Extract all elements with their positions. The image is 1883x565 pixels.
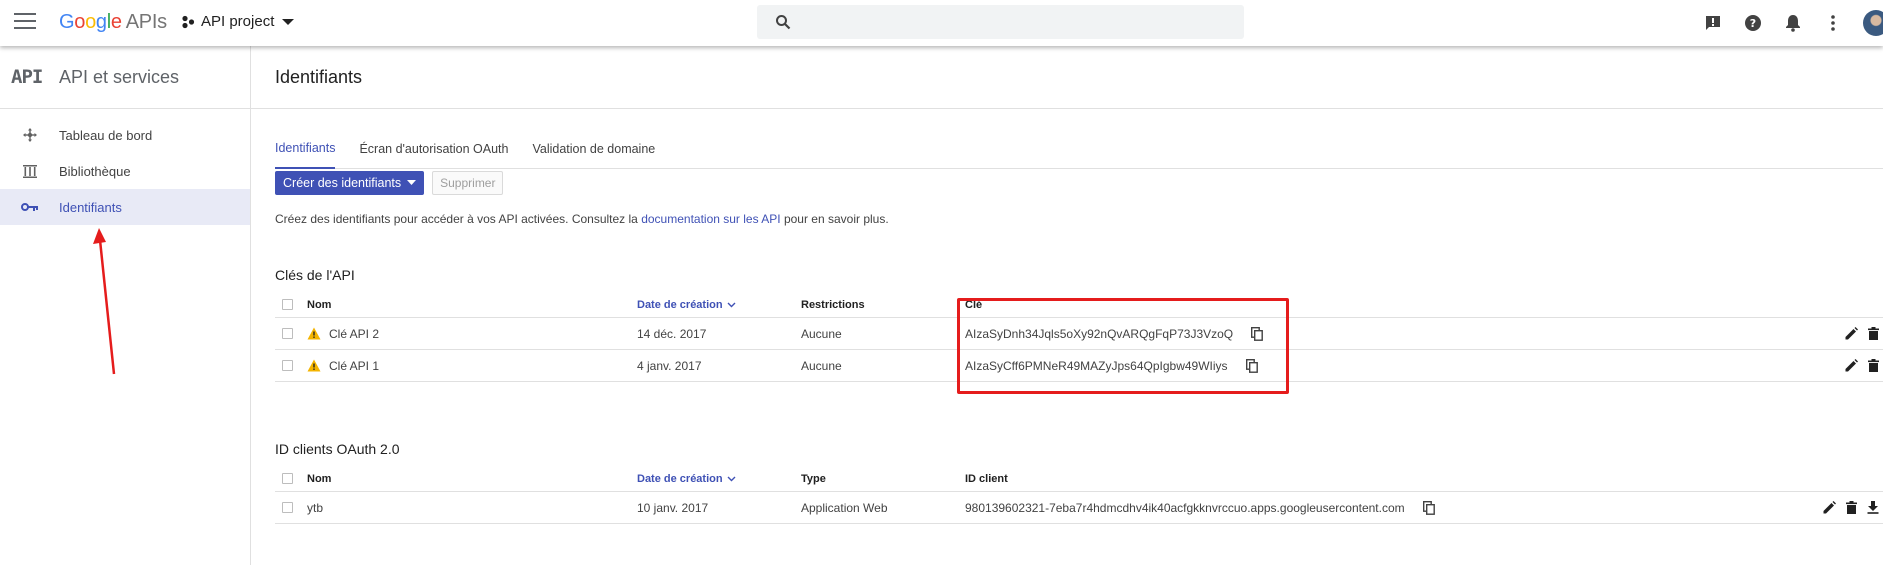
edit-icon[interactable] (1823, 501, 1836, 514)
edit-icon[interactable] (1845, 359, 1858, 372)
row-checkbox[interactable] (282, 360, 293, 371)
delete-icon[interactable] (1868, 327, 1879, 340)
project-selector[interactable]: API project (181, 13, 296, 30)
key-name[interactable]: Clé API 2 (329, 327, 379, 341)
search-bar[interactable] (757, 5, 1244, 39)
more-vert-icon[interactable] (1813, 15, 1853, 31)
svg-text:?: ? (1750, 17, 1756, 30)
sidebar-item-credentials[interactable]: Identifiants (0, 189, 250, 225)
sort-date-header[interactable]: Date de création (637, 473, 801, 485)
avatar[interactable] (1863, 10, 1883, 36)
tab-bar: Identifiants Écran d'autorisation OAuth … (275, 133, 1883, 169)
sidebar-item-label: Tableau de bord (59, 127, 153, 143)
tab-domain-verification[interactable]: Validation de domaine (532, 133, 655, 169)
table-header: Nom Date de création Restrictions Clé (275, 292, 1883, 318)
api-keys-table: Nom Date de création Restrictions Clé Cl… (275, 292, 1883, 382)
sidebar-item-label: Bibliothèque (59, 163, 131, 179)
sidebar-item-label: Identifiants (59, 199, 122, 215)
project-icon (182, 15, 195, 28)
warning-icon (307, 327, 321, 340)
oauth-clients-section-title: ID clients OAuth 2.0 (275, 441, 400, 457)
table-header: Nom Date de création Type ID client (275, 466, 1883, 492)
page-title: Identifiants (275, 66, 363, 87)
api-key-value: AIzaSyDnh34Jqls5oXy92nQvARQgFqP73J3VzoQ (965, 326, 1234, 341)
select-all-checkbox[interactable] (282, 299, 293, 310)
top-icon-group: ? (1693, 0, 1883, 46)
annotation-arrow (93, 228, 116, 375)
sort-date-header[interactable]: Date de création (637, 299, 801, 311)
search-icon (776, 15, 791, 30)
sidebar-header: API API et services (0, 46, 250, 109)
api-key-value: AIzaSyCff6PMNeR49MAZyJps64QpIgbw49WIiys (965, 358, 1228, 373)
sidebar: API API et services Tableau de bord Bibl… (0, 46, 251, 565)
dropdown-arrow-icon (282, 18, 295, 25)
sidebar-title: API et services (59, 66, 180, 87)
api-logo-icon: API (11, 66, 43, 88)
api-documentation-link[interactable]: documentation sur les API (641, 212, 780, 226)
row-checkbox[interactable] (282, 502, 293, 513)
sidebar-item-library[interactable]: Bibliothèque (0, 153, 250, 189)
description-text: Créez des identifiants pour accéder à vo… (275, 212, 889, 226)
client-name[interactable]: ytb (307, 501, 323, 515)
top-app-bar: Google APIs API project ? (0, 0, 1883, 46)
delete-icon[interactable] (1846, 501, 1857, 514)
table-row[interactable]: Clé API 1 4 janv. 2017 Aucune AIzaSyCff6… (275, 350, 1883, 382)
project-name: API project (201, 13, 275, 30)
key-icon (0, 202, 59, 212)
google-apis-logo[interactable]: Google APIs (59, 11, 167, 34)
table-row[interactable]: ytb 10 janv. 2017 Application Web 980139… (275, 492, 1883, 524)
create-credentials-button[interactable]: Créer des identifiants (275, 171, 425, 195)
tab-oauth-consent[interactable]: Écran d'autorisation OAuth (359, 133, 508, 169)
page-header: Identifiants (251, 46, 1883, 109)
action-bar: Créer des identifiants Supprimer (275, 171, 504, 195)
api-keys-section-title: Clés de l'API (275, 267, 355, 283)
chevron-down-icon (727, 476, 736, 481)
download-icon[interactable] (1867, 501, 1879, 514)
main-content: Identifiants Identifiants Écran d'autori… (251, 46, 1883, 565)
delete-button[interactable]: Supprimer (432, 171, 504, 195)
warning-icon (307, 359, 321, 372)
library-icon (0, 163, 59, 179)
row-checkbox[interactable] (282, 328, 293, 339)
sidebar-item-dashboard[interactable]: Tableau de bord (0, 117, 250, 153)
select-all-checkbox[interactable] (282, 473, 293, 484)
menu-icon[interactable] (14, 13, 36, 31)
notifications-icon[interactable] (1773, 14, 1813, 32)
key-name[interactable]: Clé API 1 (329, 359, 379, 373)
feedback-icon[interactable] (1693, 14, 1733, 32)
table-row[interactable]: Clé API 2 14 déc. 2017 Aucune AIzaSyDnh3… (275, 318, 1883, 350)
copy-icon[interactable] (1245, 358, 1258, 373)
oauth-clients-table: Nom Date de création Type ID client ytb … (275, 466, 1883, 524)
copy-icon[interactable] (1251, 326, 1264, 341)
copy-icon[interactable] (1422, 500, 1435, 515)
help-icon[interactable]: ? (1733, 14, 1773, 32)
dropdown-arrow-icon (407, 180, 417, 185)
client-id-value: 980139602321-7eba7r4hdmcdhv4ik40acfgkknv… (965, 500, 1405, 515)
tab-credentials[interactable]: Identifiants (275, 133, 336, 169)
dashboard-icon (0, 127, 59, 143)
delete-icon[interactable] (1868, 359, 1879, 372)
edit-icon[interactable] (1845, 327, 1858, 340)
chevron-down-icon (727, 302, 736, 307)
